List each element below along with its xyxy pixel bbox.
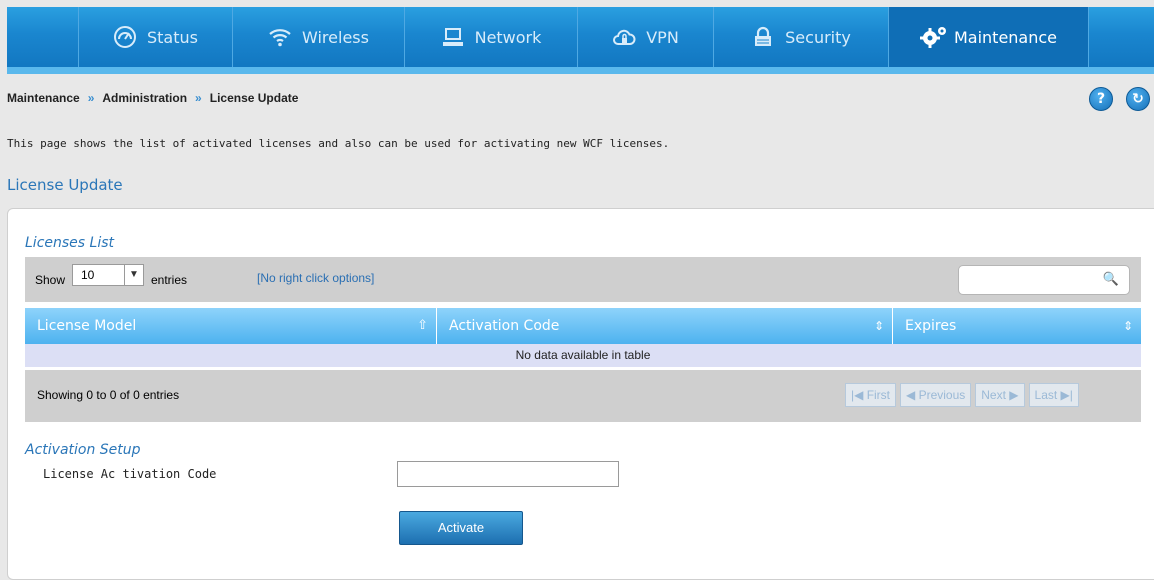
nav-status[interactable]: Status	[78, 7, 232, 67]
activation-setup-title: Activation Setup	[25, 442, 141, 458]
chevron-down-icon: ▼	[124, 265, 143, 285]
column-activation-code-label: Activation Code	[449, 318, 560, 334]
next-icon: ▶	[1005, 388, 1019, 402]
search-icon: 🔍	[1102, 272, 1119, 287]
breadcrumb: Maintenance » Administration » License Updat…	[7, 91, 298, 105]
nav-network[interactable]: Network	[404, 7, 577, 67]
column-activation-code[interactable]: Activation Code ⇕	[437, 308, 893, 344]
first-page-button[interactable]: |◀ First	[845, 383, 897, 407]
entries-select-value: 10	[81, 268, 95, 282]
first-icon: |◀	[851, 388, 867, 402]
breadcrumb-separator: »	[87, 91, 95, 105]
next-page-button[interactable]: Next ▶	[975, 383, 1025, 407]
column-license-model-label: License Model	[37, 318, 137, 334]
table-footer: Showing 0 to 0 of 0 entries |◀ First ◀ P…	[25, 370, 1141, 422]
nav-vpn[interactable]: VPN	[577, 7, 713, 67]
nav-status-label: Status	[147, 27, 198, 47]
licenses-list-title: Licenses List	[25, 235, 114, 251]
refresh-icon[interactable]: ↻	[1126, 87, 1150, 111]
gauge-icon	[113, 25, 137, 49]
breadcrumb-item-administration[interactable]: Administration	[102, 91, 187, 105]
table-toolbar: Show 10 ▼ entries [No right click option…	[25, 257, 1141, 302]
table-info: Showing 0 to 0 of 0 entries	[37, 388, 180, 402]
gears-icon	[919, 25, 946, 49]
help-icon[interactable]: ?	[1089, 87, 1113, 111]
column-expires[interactable]: Expires ⇕	[893, 308, 1141, 344]
monitor-icon	[441, 25, 465, 49]
sort-both-icon: ⇕	[1122, 319, 1133, 333]
breadcrumb-item-license-update: License Update	[209, 91, 299, 105]
last-icon: ▶|	[1057, 388, 1073, 402]
entries-label: entries	[151, 273, 188, 287]
nav-wireless[interactable]: Wireless	[232, 7, 404, 67]
right-click-note: [No right click options]	[257, 271, 375, 285]
sort-both-icon: ⇕	[873, 319, 884, 333]
page-title: License Update	[7, 176, 123, 194]
show-label: Show	[35, 273, 66, 287]
lock-icon	[751, 25, 775, 49]
wifi-icon	[268, 25, 292, 49]
table-header: License Model ⇧ Activation Code ⇕ Expire…	[25, 308, 1141, 344]
next-label: Next	[981, 388, 1006, 402]
previous-page-button[interactable]: ◀ Previous	[900, 383, 972, 407]
nav-divider	[1088, 7, 1089, 67]
first-label: First	[866, 388, 891, 402]
nav-maintenance[interactable]: Maintenance	[888, 7, 1088, 67]
breadcrumb-separator: »	[195, 91, 202, 105]
nav-accent-line	[7, 67, 1154, 74]
empty-table-message: No data available in table	[25, 344, 1141, 367]
previous-icon: ◀	[906, 388, 919, 402]
activation-code-field[interactable]	[397, 461, 619, 487]
column-expires-label: Expires	[905, 318, 957, 334]
nav-wireless-label: Wireless	[302, 27, 369, 47]
nav-network-label: Network	[474, 27, 542, 47]
breadcrumb-item-maintenance[interactable]: Maintenance	[7, 91, 80, 105]
nav-security[interactable]: Security	[713, 7, 888, 67]
search-input[interactable]: 🔍	[958, 265, 1130, 295]
column-license-model[interactable]: License Model ⇧	[25, 308, 437, 344]
page-description: This page shows the list of activated li…	[7, 137, 670, 150]
entries-select[interactable]: 10 ▼	[72, 264, 144, 286]
nav-security-label: Security	[785, 27, 851, 47]
activate-button[interactable]: Activate	[399, 511, 523, 545]
pagination: |◀ First ◀ Previous Next ▶ Last ▶|	[841, 383, 1079, 407]
nav-maintenance-label: Maintenance	[953, 27, 1058, 47]
previous-label: Previous	[918, 388, 966, 402]
cloud-lock-icon	[612, 25, 636, 49]
last-label: Last	[1034, 388, 1058, 402]
last-page-button[interactable]: Last ▶|	[1028, 383, 1079, 407]
nav-vpn-label: VPN	[646, 27, 679, 47]
sort-asc-icon: ⇧	[417, 318, 428, 333]
activation-code-label: License Ac tivation Code	[43, 467, 217, 481]
